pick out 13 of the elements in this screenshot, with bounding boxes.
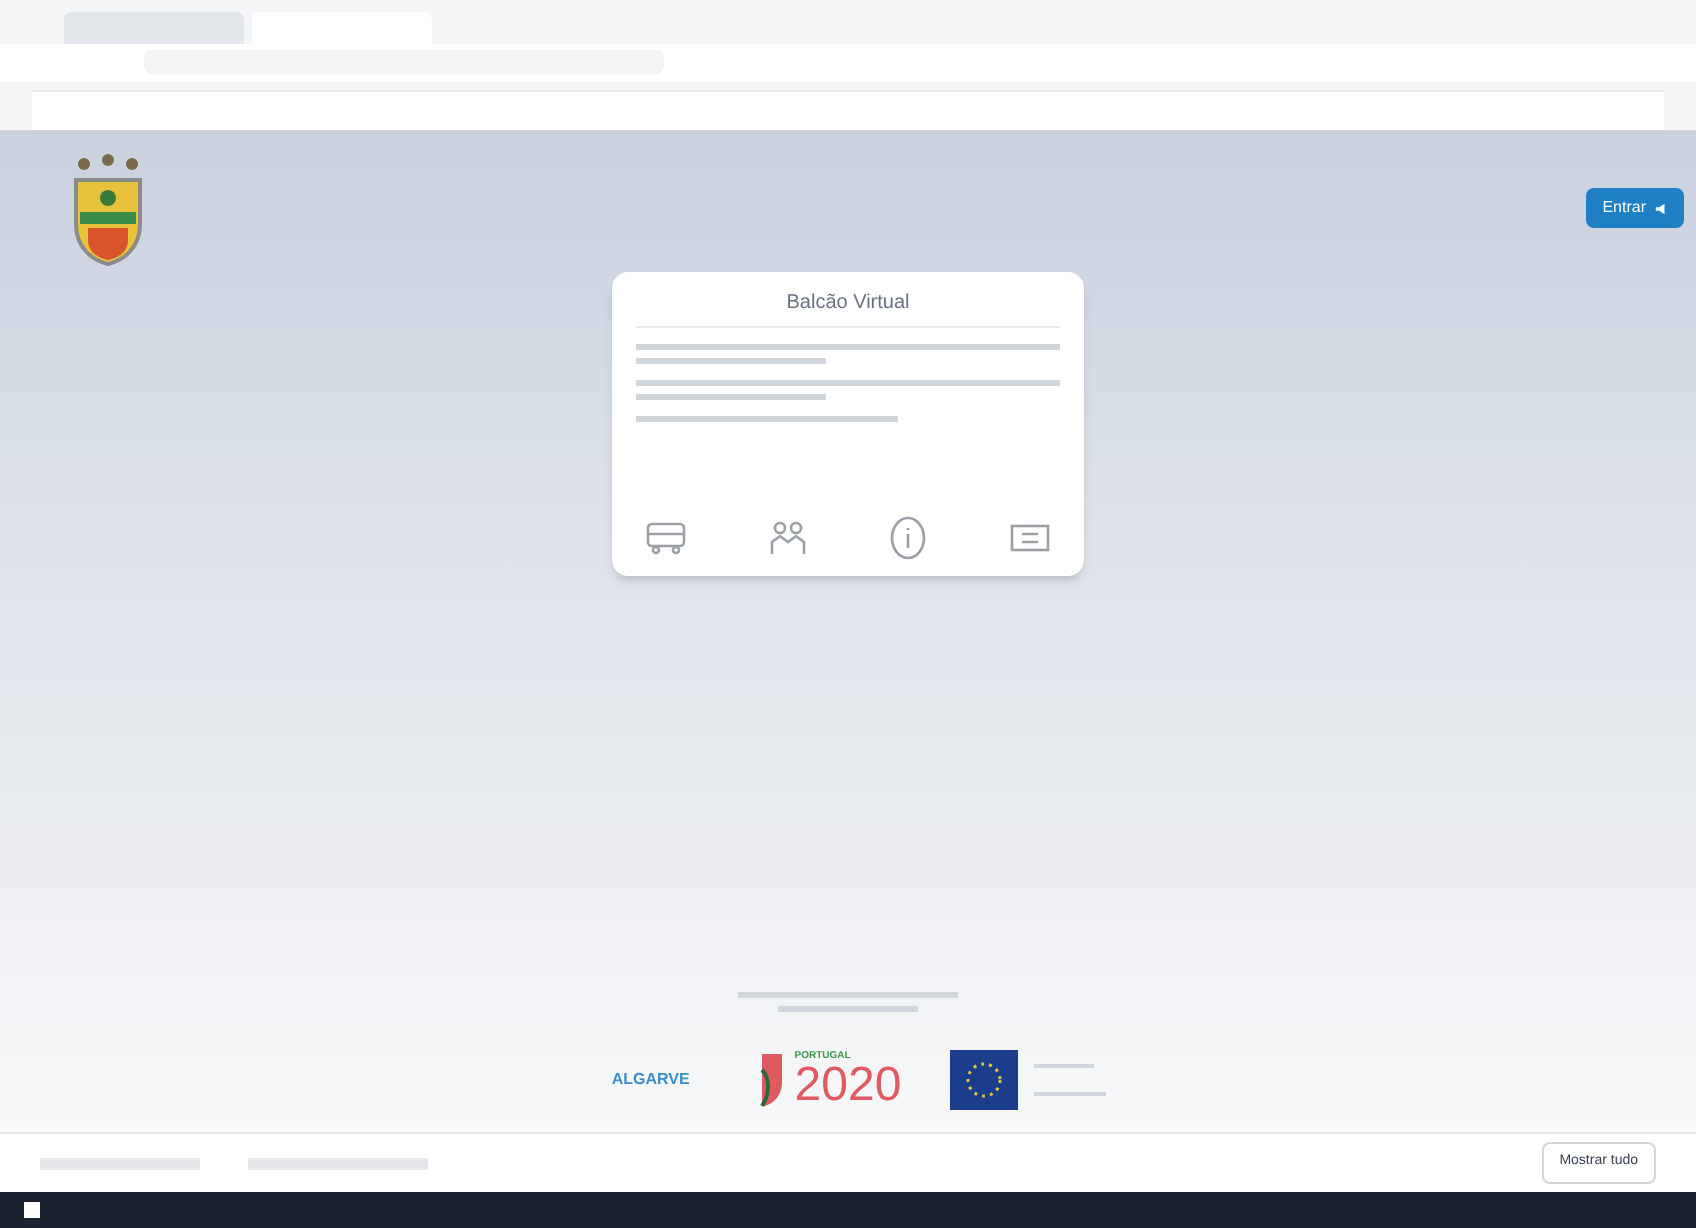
algarve-logo: ALGARVE bbox=[609, 1068, 692, 1092]
browser-tab[interactable] bbox=[64, 11, 244, 44]
speaker-icon bbox=[1654, 201, 1668, 215]
download-item[interactable] bbox=[40, 1157, 200, 1169]
card-title: Balcão Virtual bbox=[636, 288, 1060, 328]
bus-icon[interactable] bbox=[644, 520, 688, 556]
login-button[interactable]: Entrar bbox=[1586, 188, 1684, 228]
screen-icon[interactable] bbox=[1008, 522, 1052, 554]
start-icon[interactable] bbox=[24, 1202, 40, 1218]
info-icon[interactable] bbox=[888, 516, 928, 560]
download-item[interactable] bbox=[248, 1157, 428, 1169]
people-icon[interactable] bbox=[768, 518, 808, 558]
municipal-crest-icon bbox=[68, 152, 148, 268]
